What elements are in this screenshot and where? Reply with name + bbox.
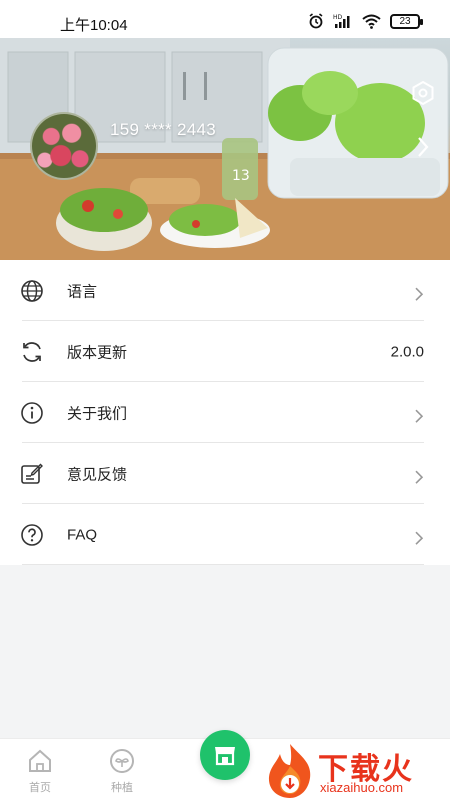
menu-label-about-us: 关于我们 [67,405,128,422]
profile-header: 13 159 **** 2443 [0,38,450,260]
avatar[interactable] [30,112,98,180]
status-time: 上午10:04 [60,17,128,34]
version-number: 2.0.0 [390,343,424,360]
settings-icon[interactable] [410,80,436,106]
profile-chevron-right-icon[interactable] [416,136,430,158]
svg-text:13: 13 [232,168,250,184]
tab-plant[interactable]: 种植 [92,739,152,800]
question-icon [21,523,43,546]
globe-icon [21,279,43,302]
hd-signal-icon: HD [333,14,350,28]
svg-text:HD: HD [333,14,343,21]
tab-home[interactable]: 首页 [10,739,70,800]
settings-menu: 语言 版本更新 2.0.0 关于我们 意见反馈 FAQ [0,260,450,565]
home-icon [29,749,51,772]
menu-label-version-update: 版本更新 [67,344,128,361]
menu-item-version-update[interactable]: 版本更新 2.0.0 [0,321,450,382]
watermark-subtitle: xiazaihuo.com [320,780,404,795]
alarm-icon [309,13,323,29]
menu-item-language[interactable]: 语言 [0,260,450,321]
chevron-right-icon [415,409,424,423]
refresh-icon [23,341,41,362]
tab-label-home: 首页 [29,782,51,794]
menu-label-language: 语言 [67,283,98,300]
chevron-right-icon [415,531,424,545]
chevron-right-icon [415,470,424,484]
chevron-right-icon [415,287,424,301]
plant-icon [110,749,134,773]
menu-label-feedback: 意见反馈 [67,466,128,483]
user-phone[interactable]: 159 **** 2443 [110,120,216,140]
wifi-icon [362,14,381,29]
battery-icon: 23 [390,13,423,29]
watermark-logo: 下载火 xiazaihuo.com [262,740,450,800]
status-bar: 上午10:04 HD 23 [0,0,450,38]
flame-logo-icon [268,744,311,798]
status-icons: HD 23 [308,13,423,29]
menu-label-faq: FAQ [67,526,98,543]
menu-item-feedback[interactable]: 意见反馈 [0,443,450,504]
info-icon [21,401,43,424]
store-button[interactable] [200,730,250,780]
menu-item-faq[interactable]: FAQ [0,504,450,565]
tab-label-plant: 种植 [111,782,133,794]
store-icon [215,747,235,766]
divider [22,564,424,565]
menu-item-about-us[interactable]: 关于我们 [0,382,450,443]
feedback-edit-icon [21,463,43,484]
